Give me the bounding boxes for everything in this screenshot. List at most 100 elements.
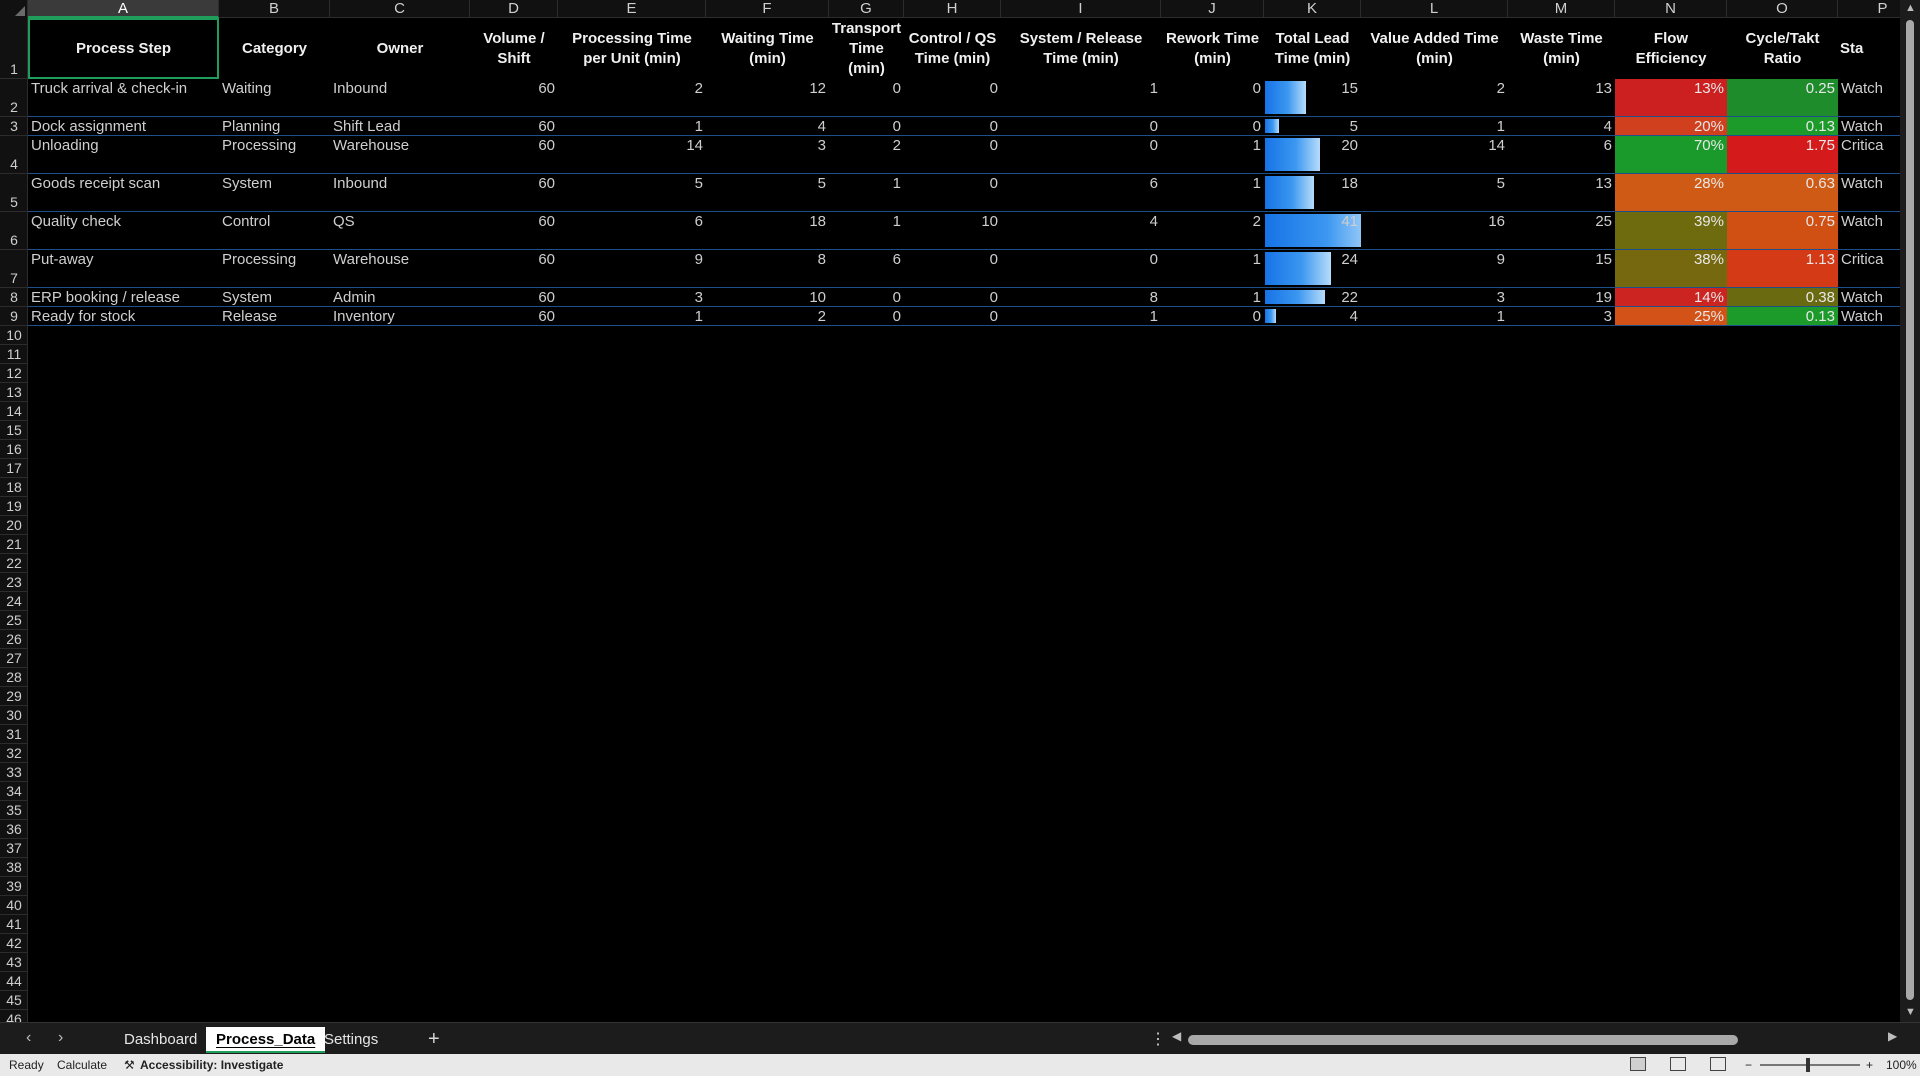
cell-p8[interactable]: Watch [1838, 288, 1900, 306]
row-header-24[interactable]: 24 [0, 592, 27, 611]
cell-h7[interactable]: 0 [904, 250, 1001, 287]
row-header-29[interactable]: 29 [0, 687, 27, 706]
cell-o4[interactable]: 1.75 [1727, 136, 1838, 173]
row-header-37[interactable]: 37 [0, 839, 27, 858]
cell-n9[interactable]: 25% [1615, 307, 1727, 325]
cell-k6[interactable]: 41 [1264, 212, 1361, 249]
horizontal-scrollbar[interactable] [1178, 1035, 1888, 1045]
cell-k3[interactable]: 5 [1264, 117, 1361, 135]
row-header-32[interactable]: 32 [0, 744, 27, 763]
cell-p5[interactable]: Watch [1838, 174, 1900, 211]
row-header-25[interactable]: 25 [0, 611, 27, 630]
cell-f4[interactable]: 3 [706, 136, 829, 173]
cell-h6[interactable]: 10 [904, 212, 1001, 249]
column-header-n[interactable]: N [1615, 0, 1727, 18]
cell-l4[interactable]: 14 [1361, 136, 1508, 173]
cell-g5[interactable]: 1 [829, 174, 904, 211]
cell-d6[interactable]: 60 [470, 212, 558, 249]
cell-m6[interactable]: 25 [1508, 212, 1615, 249]
row-header-10[interactable]: 10 [0, 326, 27, 345]
cell-o7[interactable]: 1.13 [1727, 250, 1838, 287]
cell-c2[interactable]: Inbound [330, 79, 470, 116]
cell-i6[interactable]: 4 [1001, 212, 1161, 249]
scroll-right-icon[interactable]: ▶ [1888, 1029, 1897, 1043]
cell-m4[interactable]: 6 [1508, 136, 1615, 173]
cell-d4[interactable]: 60 [470, 136, 558, 173]
row-header-18[interactable]: 18 [0, 478, 27, 497]
cell-m7[interactable]: 15 [1508, 250, 1615, 287]
cell-g6[interactable]: 1 [829, 212, 904, 249]
row-header-23[interactable]: 23 [0, 573, 27, 592]
cell-d7[interactable]: 60 [470, 250, 558, 287]
cell-n6[interactable]: 39% [1615, 212, 1727, 249]
row-header-17[interactable]: 17 [0, 459, 27, 478]
cell-l5[interactable]: 5 [1361, 174, 1508, 211]
column-header-g[interactable]: G [829, 0, 904, 18]
column-header-j[interactable]: J [1161, 0, 1264, 18]
cell-o9[interactable]: 0.13 [1727, 307, 1838, 325]
header-cell-l[interactable]: Value Added Time (min) [1361, 18, 1508, 79]
cell-h5[interactable]: 0 [904, 174, 1001, 211]
cell-j4[interactable]: 1 [1161, 136, 1264, 173]
cell-k8[interactable]: 22 [1264, 288, 1361, 306]
cell-k9[interactable]: 4 [1264, 307, 1361, 325]
cell-f5[interactable]: 5 [706, 174, 829, 211]
cell-f6[interactable]: 18 [706, 212, 829, 249]
header-cell-m[interactable]: Waste Time (min) [1508, 18, 1615, 79]
calculate-button[interactable]: Calculate [57, 1058, 107, 1072]
header-cell-e[interactable]: Processing Time per Unit (min) [558, 18, 706, 79]
chevron-left-icon[interactable]: ‹ [26, 1029, 31, 1047]
row-header-35[interactable]: 35 [0, 801, 27, 820]
cell-m9[interactable]: 3 [1508, 307, 1615, 325]
zoom-out-icon[interactable]: − [1745, 1058, 1752, 1072]
row-header-16[interactable]: 16 [0, 440, 27, 459]
row-header-19[interactable]: 19 [0, 497, 27, 516]
cell-o2[interactable]: 0.25 [1727, 79, 1838, 116]
page-break-view-icon[interactable] [1710, 1057, 1726, 1071]
cell-i4[interactable]: 0 [1001, 136, 1161, 173]
cell-h8[interactable]: 0 [904, 288, 1001, 306]
cell-a9[interactable]: Ready for stock [28, 307, 219, 325]
cell-c3[interactable]: Shift Lead [330, 117, 470, 135]
row-header-38[interactable]: 38 [0, 858, 27, 877]
cell-k2[interactable]: 15 [1264, 79, 1361, 116]
row-header-34[interactable]: 34 [0, 782, 27, 801]
cell-f7[interactable]: 8 [706, 250, 829, 287]
cell-b5[interactable]: System [219, 174, 330, 211]
row-header-36[interactable]: 36 [0, 820, 27, 839]
row-header-14[interactable]: 14 [0, 402, 27, 421]
row-header-8[interactable]: 8 [0, 288, 27, 307]
cell-f3[interactable]: 4 [706, 117, 829, 135]
header-cell-d[interactable]: Volume / Shift [470, 18, 558, 79]
cell-k7[interactable]: 24 [1264, 250, 1361, 287]
tab-dashboard[interactable]: Dashboard [114, 1027, 207, 1053]
cell-c9[interactable]: Inventory [330, 307, 470, 325]
cell-e6[interactable]: 6 [558, 212, 706, 249]
header-cell-h[interactable]: Control / QS Time (min) [904, 18, 1001, 79]
cell-b7[interactable]: Processing [219, 250, 330, 287]
vertical-scroll-thumb[interactable] [1906, 20, 1914, 1000]
cell-c8[interactable]: Admin [330, 288, 470, 306]
cell-m2[interactable]: 13 [1508, 79, 1615, 116]
cell-b2[interactable]: Waiting [219, 79, 330, 116]
tab-settings[interactable]: Settings [314, 1027, 388, 1053]
row-header-28[interactable]: 28 [0, 668, 27, 687]
cell-j2[interactable]: 0 [1161, 79, 1264, 116]
cell-p2[interactable]: Watch [1838, 79, 1900, 116]
cell-p7[interactable]: Critica [1838, 250, 1900, 287]
cell-e3[interactable]: 1 [558, 117, 706, 135]
cell-p4[interactable]: Critica [1838, 136, 1900, 173]
cell-o8[interactable]: 0.38 [1727, 288, 1838, 306]
row-header-6[interactable]: 6 [0, 212, 27, 250]
cell-h9[interactable]: 0 [904, 307, 1001, 325]
column-header-b[interactable]: B [219, 0, 330, 18]
cell-l8[interactable]: 3 [1361, 288, 1508, 306]
cell-j6[interactable]: 2 [1161, 212, 1264, 249]
header-cell-i[interactable]: System / Release Time (min) [1001, 18, 1161, 79]
select-all-corner[interactable] [0, 0, 28, 18]
row-header-22[interactable]: 22 [0, 554, 27, 573]
cell-i5[interactable]: 6 [1001, 174, 1161, 211]
cell-o5[interactable]: 0.63 [1727, 174, 1838, 211]
cell-o6[interactable]: 0.75 [1727, 212, 1838, 249]
cell-f9[interactable]: 2 [706, 307, 829, 325]
